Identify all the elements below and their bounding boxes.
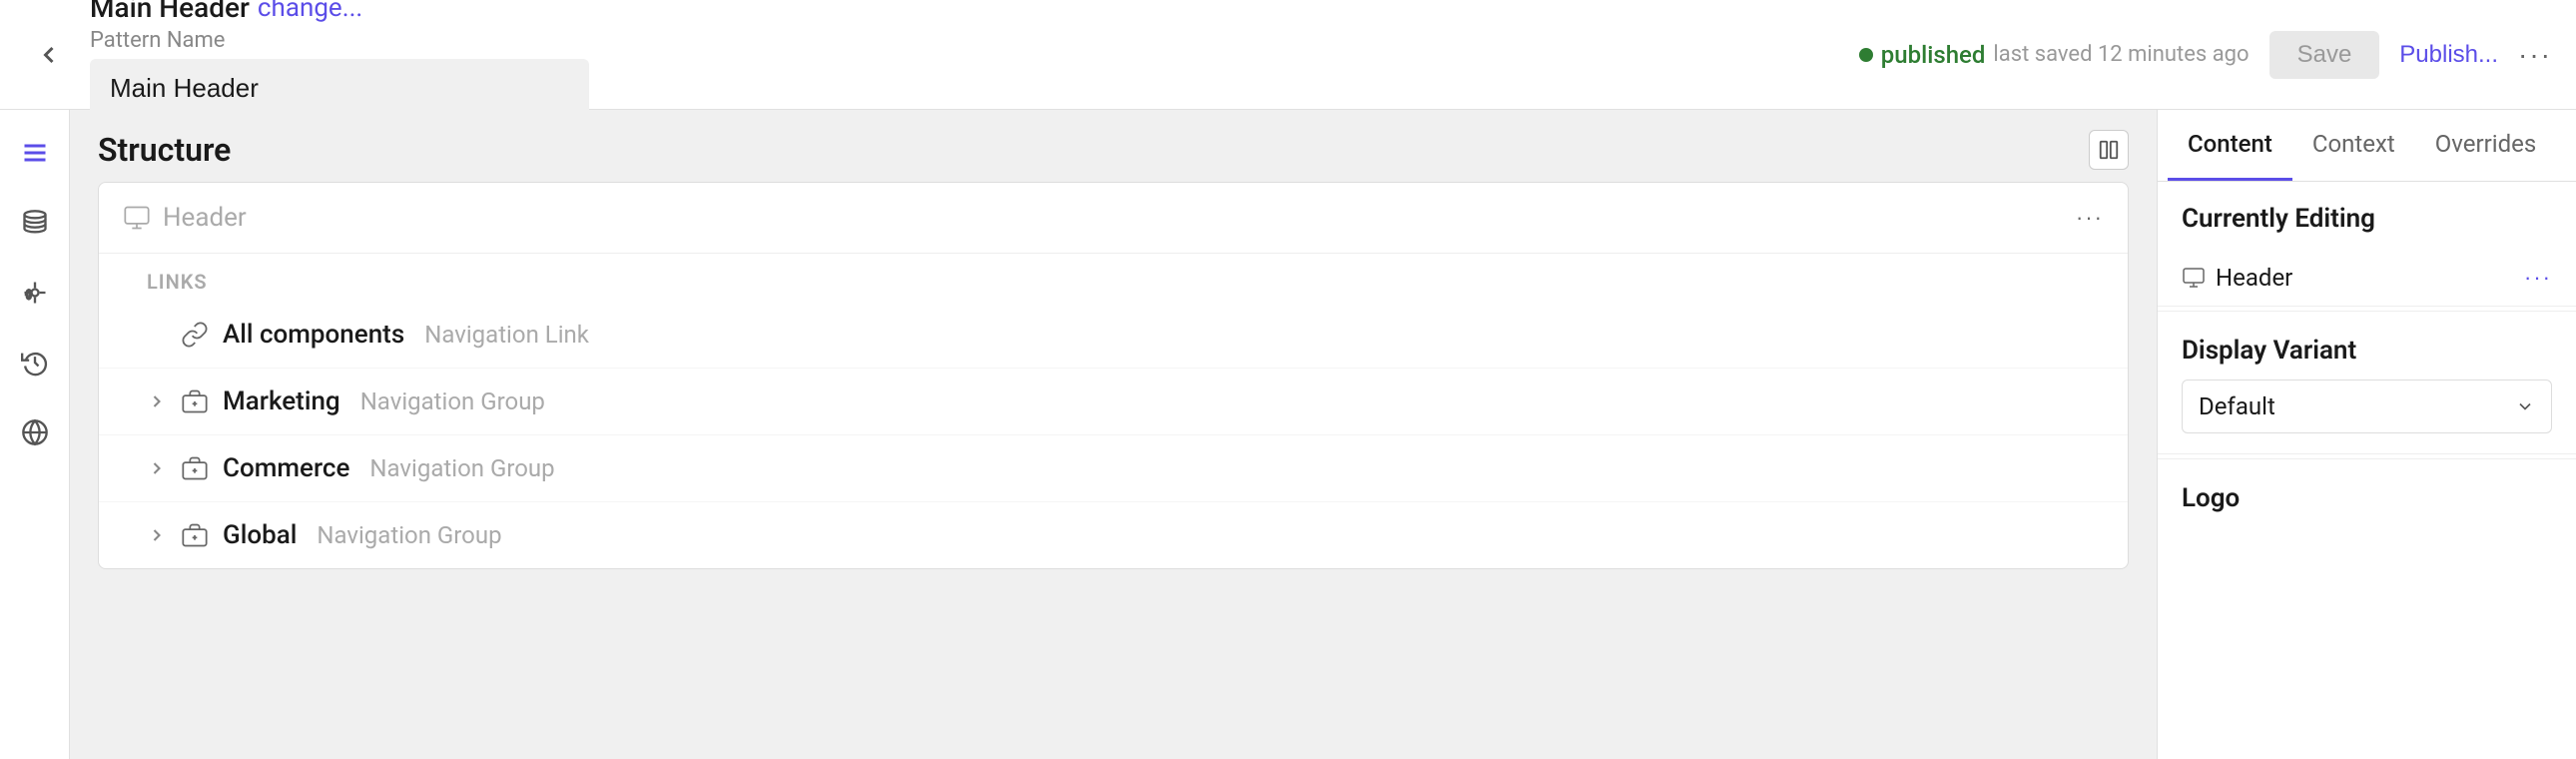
top-bar-more-button[interactable]: ··· xyxy=(2518,39,2552,71)
item-type-marketing: Navigation Group xyxy=(360,387,545,415)
center-content: Structure xyxy=(70,110,2157,759)
tree-item-global[interactable]: Global Navigation Group xyxy=(99,502,2128,568)
currently-editing-left: Header xyxy=(2182,264,2292,292)
sidebar-icon-structure[interactable] xyxy=(12,130,58,176)
right-panel-tabs: Content Context Overrides xyxy=(2158,110,2576,182)
publish-button[interactable]: Publish... xyxy=(2399,41,2498,69)
structure-toggle xyxy=(2089,130,2129,170)
top-bar: Main Header change... Pattern Name publi… xyxy=(0,0,2576,110)
tab-content[interactable]: Content xyxy=(2168,110,2292,181)
tree-item-all-components[interactable]: All components Navigation Link xyxy=(99,302,2128,369)
divider-2 xyxy=(2158,458,2576,459)
currently-editing-title: Currently Editing xyxy=(2158,182,2576,250)
right-panel: Content Context Overrides Currently Edit… xyxy=(2157,110,2576,759)
structure-header: Structure xyxy=(70,110,2157,182)
item-type-global: Navigation Group xyxy=(317,521,501,549)
currently-editing-row: Header ··· xyxy=(2158,250,2576,307)
tree-area: Header ··· LINKS All components Navigati… xyxy=(70,182,2157,759)
pattern-name-label: Pattern Name xyxy=(90,28,589,53)
save-button[interactable]: Save xyxy=(2269,31,2380,79)
tab-overrides[interactable]: Overrides xyxy=(2415,110,2556,181)
sidebar-icon-globe[interactable] xyxy=(12,409,58,455)
item-name-global: Global xyxy=(223,520,297,550)
item-type-all-components: Navigation Link xyxy=(424,321,589,349)
sidebar-icon-code[interactable]: {} xyxy=(12,270,58,316)
tree-header-left: Header xyxy=(123,203,247,233)
sidebar-icon-history[interactable] xyxy=(12,340,58,385)
change-link[interactable]: change... xyxy=(258,0,362,23)
logo-section: Logo xyxy=(2158,463,2576,533)
status-dot xyxy=(1859,48,1873,62)
status-badge: published last saved 12 minutes ago xyxy=(1859,41,2250,69)
display-variant-select[interactable]: Default xyxy=(2182,380,2552,433)
status-text: published xyxy=(1881,41,1986,69)
structure-title: Structure xyxy=(98,131,231,169)
item-name-marketing: Marketing xyxy=(223,386,340,416)
logo-label: Logo xyxy=(2182,483,2552,513)
tree-header-label: Header xyxy=(163,203,247,233)
tree-header-more-button[interactable]: ··· xyxy=(2076,205,2104,231)
divider-1 xyxy=(2158,311,2576,312)
top-bar-left: Main Header change... Pattern Name xyxy=(90,0,589,118)
tree-item-commerce[interactable]: Commerce Navigation Group xyxy=(99,435,2128,502)
item-type-commerce: Navigation Group xyxy=(369,454,554,482)
display-variant-label: Display Variant xyxy=(2182,336,2552,366)
item-name-all-components: All components xyxy=(223,320,404,350)
display-variant-section: Display Variant Default xyxy=(2158,316,2576,454)
right-panel-body: Currently Editing Header ··· Display Var… xyxy=(2158,182,2576,759)
sidebar-icons: {} xyxy=(0,110,70,759)
sidebar-icon-database[interactable] xyxy=(12,200,58,246)
back-button[interactable] xyxy=(24,30,74,80)
tree-container: Header ··· LINKS All components Navigati… xyxy=(98,182,2129,569)
tab-context[interactable]: Context xyxy=(2292,110,2415,181)
pattern-name-area: Pattern Name xyxy=(90,28,589,118)
last-saved-text: last saved 12 minutes ago xyxy=(1993,42,2249,67)
item-name-commerce: Commerce xyxy=(223,453,349,483)
svg-text:{}: {} xyxy=(25,290,31,301)
tree-item-marketing[interactable]: Marketing Navigation Group xyxy=(99,369,2128,435)
display-variant-value: Default xyxy=(2199,392,2275,420)
pattern-title: Main Header xyxy=(90,0,250,24)
main-layout: {} Structure xyxy=(0,110,2576,759)
top-bar-right: published last saved 12 minutes ago Save… xyxy=(1859,31,2552,79)
currently-editing-name: Header xyxy=(2216,264,2292,292)
toggle-panels-button[interactable] xyxy=(2089,130,2129,170)
editing-more-button[interactable]: ··· xyxy=(2524,265,2552,291)
tree-header-row: Header ··· xyxy=(99,183,2128,254)
links-section-label: LINKS xyxy=(99,254,2128,302)
